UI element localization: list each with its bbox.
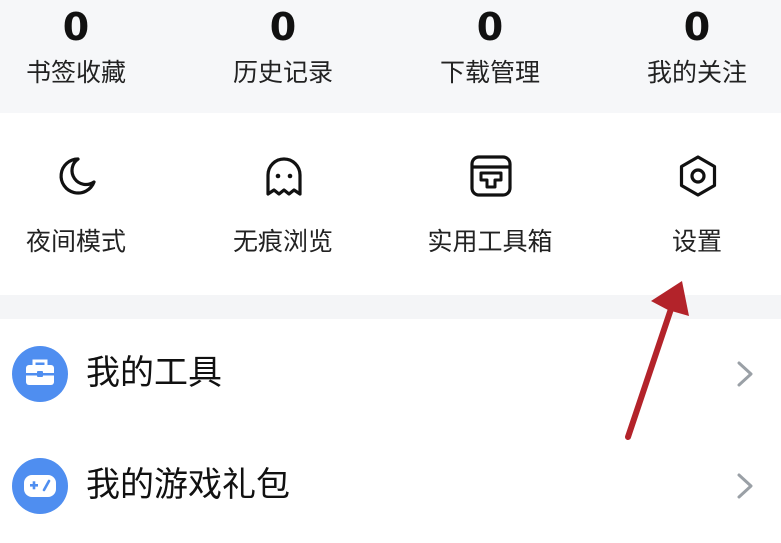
moon-icon	[59, 157, 96, 195]
stat-label: 我的关注	[646, 58, 747, 87]
list-item-game-gifts[interactable]: 我的游戏礼包	[0, 431, 781, 543]
section-divider	[0, 295, 781, 319]
stat-value: 0	[269, 5, 297, 49]
feature-list: 我的工具 我的游戏礼包	[0, 319, 781, 543]
stat-value: 0	[476, 5, 504, 49]
stat-value: 0	[683, 5, 711, 49]
stat-history[interactable]: 0 历史记录	[183, 0, 383, 90]
tool-label: 设置	[671, 227, 722, 256]
stat-follows[interactable]: 0 我的关注	[597, 0, 781, 90]
tool-incognito[interactable]: 无痕浏览	[183, 113, 383, 295]
tool-settings[interactable]: 设置	[597, 113, 781, 295]
briefcase-icon	[12, 346, 68, 402]
stats-bar: 0 书签收藏 0 历史记录 0 下载管理 0 我的关注	[0, 0, 781, 113]
stat-label: 书签收藏	[25, 58, 126, 87]
list-item-label: 我的工具	[86, 353, 222, 393]
tool-label: 夜间模式	[25, 227, 126, 256]
list-item-my-tools[interactable]: 我的工具	[0, 319, 781, 431]
stat-value: 0	[62, 5, 90, 49]
stat-label: 下载管理	[439, 58, 540, 87]
tool-toolbox[interactable]: 实用工具箱	[390, 113, 590, 295]
toolbox-icon	[470, 155, 512, 197]
settings-hexagon-icon	[679, 155, 717, 197]
tool-label: 无痕浏览	[232, 227, 333, 256]
ghost-icon	[266, 157, 302, 196]
stat-downloads[interactable]: 0 下载管理	[390, 0, 590, 90]
tool-label: 实用工具箱	[427, 227, 553, 256]
chevron-right-icon	[737, 473, 753, 499]
quick-tools-panel: 夜间模式 无痕浏览 实用工具箱 设置	[0, 113, 781, 295]
list-item-label: 我的游戏礼包	[86, 465, 290, 505]
stat-bookmarks[interactable]: 0 书签收藏	[0, 0, 176, 90]
stat-label: 历史记录	[232, 58, 333, 87]
chevron-right-icon	[737, 361, 753, 387]
game-controller-icon	[12, 458, 68, 514]
tool-night-mode[interactable]: 夜间模式	[0, 113, 176, 295]
